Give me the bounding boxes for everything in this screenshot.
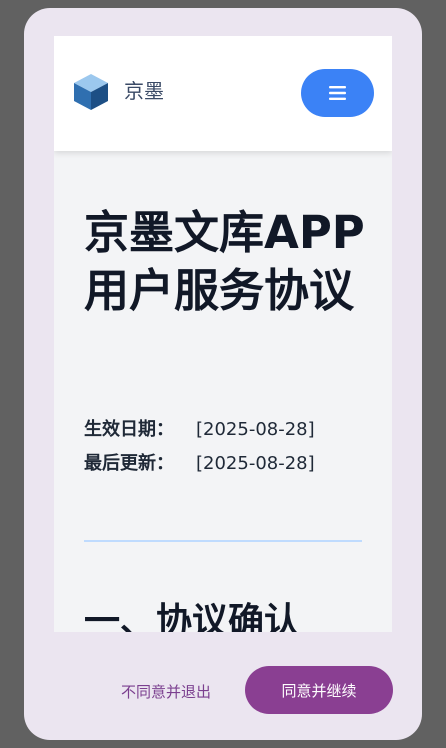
agreement-content-scroll[interactable]: 京墨 京墨文库APP用户服务协议 生效日期： [2025-08-28] 最后更新… [54, 36, 392, 632]
section-heading: 一、协议确认 [84, 601, 301, 632]
effective-date-value: [2025-08-28] [196, 419, 315, 440]
hamburger-menu-icon [329, 86, 346, 100]
updated-date-label: 最后更新： [84, 453, 174, 474]
cube-logo-icon [74, 74, 108, 110]
document-title: 京墨文库APP用户服务协议 [84, 206, 365, 317]
section-divider [84, 540, 362, 542]
brand-name: 京墨 [124, 79, 164, 103]
menu-button[interactable] [301, 69, 374, 117]
agreement-dialog: 京墨 京墨文库APP用户服务协议 生效日期： [2025-08-28] 最后更新… [24, 8, 422, 740]
reject-exit-button[interactable]: 不同意并退出 [106, 678, 226, 704]
accept-continue-button[interactable]: 同意并继续 [245, 666, 393, 714]
app-header: 京墨 [54, 36, 392, 151]
effective-date-row: 生效日期： [2025-08-28] [84, 418, 315, 442]
updated-date-row: 最后更新： [2025-08-28] [84, 452, 315, 476]
updated-date-value: [2025-08-28] [196, 453, 315, 474]
effective-date-label: 生效日期： [84, 419, 174, 440]
